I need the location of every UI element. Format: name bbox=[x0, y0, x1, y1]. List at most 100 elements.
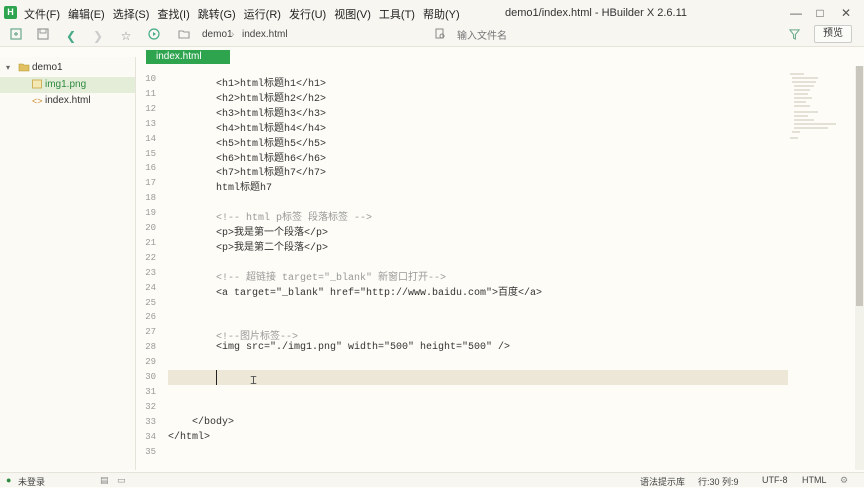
code-line: <p>我是第二个段落</p> bbox=[168, 242, 329, 254]
line-number: 17 bbox=[145, 178, 156, 189]
line-number: 22 bbox=[145, 252, 156, 263]
line-number: 27 bbox=[145, 327, 156, 338]
text-caret bbox=[216, 370, 217, 385]
file-item-img1[interactable]: img1.png bbox=[0, 77, 135, 93]
toolbar: ❮ ❯ ☆ demo1 › index.html bbox=[0, 26, 864, 47]
minimap[interactable] bbox=[788, 66, 853, 470]
breadcrumb-file[interactable]: index.html bbox=[242, 29, 288, 40]
file-search bbox=[430, 27, 810, 45]
scrollbar-thumb[interactable] bbox=[856, 66, 863, 306]
code-line: <img src="./img1.png" width="500" height… bbox=[168, 342, 511, 354]
syntax-hint-library[interactable]: 语法提示库 bbox=[640, 475, 685, 488]
menu-help[interactable]: 帮助(Y) bbox=[423, 6, 460, 22]
cursor-position[interactable]: 行:30 列:9 bbox=[698, 475, 739, 488]
chevron-down-icon: ▾ bbox=[6, 63, 11, 72]
vertical-scrollbar[interactable] bbox=[855, 66, 864, 470]
menu-file[interactable]: 文件(F) bbox=[24, 6, 60, 22]
terminal-icon[interactable]: ▭ bbox=[117, 475, 126, 486]
title-bar: H 文件(F) 编辑(E) 选择(S) 查找(I) 跳转(G) 运行(R) 发行… bbox=[0, 0, 864, 27]
code-line: <h4>html标题h4</h4> bbox=[168, 123, 327, 135]
folder-icon bbox=[176, 28, 192, 44]
forward-icon[interactable]: ❯ bbox=[90, 28, 106, 44]
code-line: <h2>html标题h2</h2> bbox=[168, 93, 327, 105]
code-line: <!-- html p标签 段落标签 --> bbox=[168, 213, 373, 225]
user-icon: ● bbox=[6, 475, 12, 485]
menu-edit[interactable]: 编辑(E) bbox=[68, 6, 105, 22]
line-number: 13 bbox=[145, 118, 156, 129]
code-line: <h5>html标题h5</h5> bbox=[168, 138, 327, 150]
line-number: 23 bbox=[145, 267, 156, 278]
file-name: img1.png bbox=[45, 79, 87, 90]
status-bar: ● 未登录 ▤ ▭ 语法提示库 行:30 列:9 UTF-8 HTML ⚙ bbox=[0, 472, 864, 487]
file-search-input[interactable] bbox=[455, 28, 789, 45]
language-mode[interactable]: HTML bbox=[802, 475, 827, 485]
line-number: 25 bbox=[145, 297, 156, 308]
menu-bar: 文件(F) 编辑(E) 选择(S) 查找(I) 跳转(G) 运行(R) 发行(U… bbox=[24, 6, 468, 22]
line-number: 11 bbox=[145, 88, 156, 99]
code-line: </html> bbox=[168, 431, 211, 443]
line-number: 19 bbox=[145, 208, 156, 219]
minimize-button[interactable]: — bbox=[786, 4, 806, 22]
project-sidebar: ▾ demo1 img1.png <> index.html bbox=[0, 57, 136, 470]
code-line: <!--图片标签--> bbox=[168, 332, 299, 344]
code-editor[interactable]: 10 11 12 13 14 15 16 17 18 19 20 21 22 23 24 25 26 27 28 29… bbox=[136, 66, 788, 470]
html-file-icon: <> bbox=[32, 96, 43, 106]
breadcrumb-separator-icon: › bbox=[231, 29, 235, 40]
code-line: <h3>html标题h3</h3> bbox=[168, 108, 327, 120]
line-number: 10 bbox=[145, 74, 156, 84]
editor-tab-bar: index.html bbox=[136, 47, 864, 65]
line-number: 35 bbox=[145, 446, 156, 457]
close-button[interactable]: ✕ bbox=[836, 4, 856, 22]
window-title: demo1/index.html - HBuilder X 2.6.11 bbox=[505, 7, 687, 19]
breadcrumb-project[interactable]: demo1 bbox=[202, 29, 233, 40]
filter-icon[interactable] bbox=[786, 28, 802, 44]
menu-goto[interactable]: 跳转(G) bbox=[198, 6, 236, 22]
code-line: html标题h7 bbox=[168, 183, 273, 195]
back-icon[interactable]: ❮ bbox=[63, 28, 79, 44]
favorite-star-icon[interactable]: ☆ bbox=[118, 28, 134, 44]
current-line-highlight bbox=[168, 370, 788, 385]
line-number: 14 bbox=[145, 133, 156, 144]
save-icon[interactable] bbox=[35, 28, 51, 44]
project-root[interactable]: ▾ demo1 bbox=[0, 60, 135, 76]
hbuilder-logo-icon: H bbox=[4, 6, 17, 19]
line-number: 30 bbox=[145, 372, 156, 382]
line-number: 33 bbox=[145, 416, 156, 427]
preview-button[interactable]: 预览 bbox=[814, 25, 852, 43]
run-icon[interactable] bbox=[146, 28, 162, 44]
maximize-button[interactable]: □ bbox=[810, 4, 830, 22]
tab-index-html[interactable]: index.html bbox=[146, 50, 230, 64]
menu-view[interactable]: 视图(V) bbox=[334, 6, 371, 22]
menu-publish[interactable]: 发行(U) bbox=[289, 6, 326, 22]
line-number: 31 bbox=[145, 386, 156, 397]
line-number: 18 bbox=[145, 193, 156, 204]
line-number: 24 bbox=[145, 282, 156, 293]
login-status[interactable]: 未登录 bbox=[18, 475, 45, 488]
line-number: 28 bbox=[145, 342, 156, 353]
code-line: <p>我是第一个段落</p> bbox=[168, 228, 329, 239]
new-file-icon[interactable] bbox=[8, 28, 24, 44]
file-search-icon bbox=[432, 28, 448, 44]
file-name: index.html bbox=[45, 95, 91, 106]
line-number: 34 bbox=[145, 431, 156, 442]
project-name: demo1 bbox=[32, 62, 63, 73]
menu-select[interactable]: 选择(S) bbox=[113, 6, 150, 22]
settings-icon[interactable]: ⚙ bbox=[840, 475, 848, 486]
code-line: <h7>html标题h7</h7> bbox=[168, 168, 327, 180]
menu-find[interactable]: 查找(I) bbox=[157, 6, 189, 22]
menu-tools[interactable]: 工具(T) bbox=[379, 6, 415, 22]
code-line: <h1>html标题h1</h1> bbox=[168, 79, 327, 90]
line-number: 20 bbox=[145, 223, 156, 233]
line-number: 15 bbox=[145, 148, 156, 159]
menu-run[interactable]: 运行(R) bbox=[244, 6, 281, 22]
line-number: 26 bbox=[145, 312, 156, 323]
encoding[interactable]: UTF-8 bbox=[762, 475, 788, 485]
line-number: 12 bbox=[145, 103, 156, 114]
code-line: <!-- 超链接 target="_blank" 新窗口打开--> bbox=[168, 272, 447, 284]
console-icon[interactable]: ▤ bbox=[100, 475, 109, 486]
line-number: 21 bbox=[145, 237, 156, 248]
file-item-index[interactable]: <> index.html bbox=[0, 93, 135, 109]
i-beam-cursor-icon: Ｉ bbox=[248, 375, 259, 387]
line-number: 32 bbox=[145, 401, 156, 412]
code-line: <h6>html标题h6</h6> bbox=[168, 153, 327, 165]
